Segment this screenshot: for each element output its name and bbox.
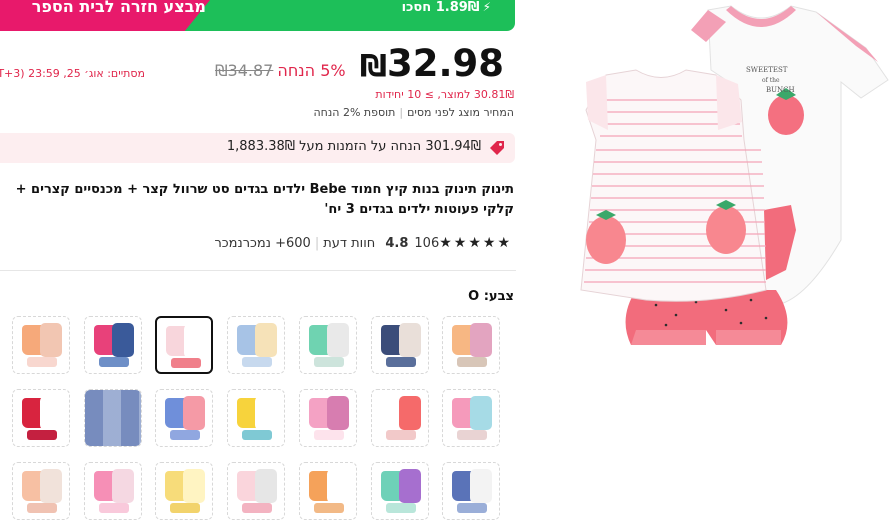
divider [0,270,516,271]
swatch-garment-shape [84,390,141,446]
color-swatch[interactable] [83,462,142,520]
promo-title: מבצע חזרה לבית הספר [31,0,206,16]
swatch-garment-shape [457,503,488,513]
promo-savings-text: 1.89₪ חסכו [401,0,480,15]
product-title: תינוק תינוק בנות קיץ חמוד Bebe ילדים בגד… [15,182,514,217]
color-swatch[interactable] [370,389,429,447]
extra-discount: תוספת 2% הנחה [313,106,396,119]
swatch-garment-shape [385,430,416,440]
color-swatch[interactable] [155,389,214,447]
color-swatch[interactable] [442,316,501,374]
swatch-garment-shape [326,323,349,357]
swatch-garment-shape [170,503,201,513]
swatch-garment-shape [242,503,273,513]
color-swatch[interactable] [12,389,70,447]
swatch-garment-shape [255,469,278,503]
swatch-garment-shape [242,357,273,367]
tag-icon [489,140,505,156]
review-count[interactable]: 106 חוות דעת [323,236,439,251]
swatch-garment-shape [98,357,129,367]
swatch-garment-shape [27,430,57,440]
swatch-garment-shape [326,469,349,503]
bulk-price: 30.81₪ למוצר, ≥ 10 יחידות [375,88,514,101]
color-swatch[interactable] [83,389,142,447]
swatch-garment-shape [385,503,416,513]
color-swatch[interactable] [370,316,429,374]
swatch-garment-shape [171,358,202,368]
swatch-garment-shape [40,396,62,430]
swatch-garment-shape [183,469,206,503]
color-swatch[interactable] [155,462,214,520]
color-swatch[interactable] [83,316,142,374]
swatch-garment-shape [457,357,488,367]
swatch-garment-shape [98,503,129,513]
swatch-garment-shape [184,324,207,358]
color-swatch[interactable] [442,389,501,447]
svg-text:SWEETEST: SWEETEST [746,66,788,74]
before-tax-text: המחיר מוצג לפני מסים [407,106,514,119]
swatch-garment-shape [40,323,62,357]
product-info-panel: מבצע חזרה לבית הספר ⚡1.89₪ חסכו ₪32.98 5… [0,0,516,521]
swatch-garment-shape [470,396,493,430]
swatch-garment-shape [313,503,344,513]
currency-symbol: ₪ [359,49,387,84]
promo-banner[interactable]: מבצע חזרה לבית הספר ⚡1.89₪ חסכו [0,0,515,31]
color-swatch[interactable] [227,462,286,520]
color-swatch[interactable] [298,462,357,520]
discount-percent: 5% הנחה [277,61,346,80]
price-value: 32.98 [386,42,504,85]
swatch-garment-shape [255,396,278,430]
swatch-garment-shape [398,469,421,503]
swatch-garment-shape [111,323,134,357]
swatch-garment-shape [398,396,421,430]
swatch-garment-shape [385,357,416,367]
color-swatch[interactable] [442,462,501,520]
swatch-garment-shape [255,323,278,357]
color-swatch[interactable] [12,462,70,520]
separator: | [314,236,320,251]
color-swatch[interactable] [298,389,357,447]
promo-savings: ⚡1.89₪ חסכו [402,0,491,15]
current-price: ₪32.98 [360,42,504,85]
swatch-garment-shape [40,469,62,503]
star-rating-icon: ★★★★★ [439,235,512,251]
coupon-text: 301.94₪ הנחה על הזמנות מעל 1,883.38₪ [226,139,481,154]
rating-value: 4.8 [385,236,409,251]
swatch-garment-shape [398,323,421,357]
color-swatch[interactable] [227,316,286,374]
product-image[interactable]: SWEETEST of the BUNCH [566,0,896,360]
color-swatch[interactable] [227,389,286,447]
deal-ends: מסתיים: אוג׳ 25, 23:59 (GMT+3) [0,67,145,80]
separator: | [399,106,404,119]
swatch-garment-shape [111,469,134,503]
color-swatch[interactable] [155,316,214,374]
sold-count: 600+ נמכרנמכר [214,236,311,251]
swatch-garment-shape [470,469,493,503]
tax-note: המחיר מוצג לפני מסים|תוספת 2% הנחה [314,106,515,119]
dress-image [580,69,767,302]
swatch-garment-shape [326,396,349,430]
color-label: צבע: O [468,289,514,304]
swatch-garment-shape [27,503,57,513]
swatch-garment-shape [242,430,273,440]
swatch-garment-shape [183,396,206,430]
swatch-garment-shape [313,357,344,367]
color-swatch[interactable] [298,316,357,374]
swatch-garment-shape [313,430,344,440]
discount-info: 5% הנחה₪34.87 [215,61,346,80]
svg-text:of the: of the [762,77,780,84]
color-swatch[interactable] [12,316,70,374]
swatch-garment-shape [470,323,493,357]
swatch-garment-shape [457,430,488,440]
swatch-garment-shape [170,430,201,440]
coupon-banner[interactable]: 301.94₪ הנחה על הזמנות מעל 1,883.38₪ [0,133,515,163]
svg-text:BUNCH: BUNCH [766,86,795,94]
color-swatch[interactable] [370,462,429,520]
old-price: ₪34.87 [215,61,274,80]
rating-row[interactable]: ★★★★★ 4.8106 חוות דעת|600+ נמכרנמכר [214,235,512,251]
swatch-garment-shape [27,357,57,367]
bolt-icon: ⚡ [482,0,491,14]
